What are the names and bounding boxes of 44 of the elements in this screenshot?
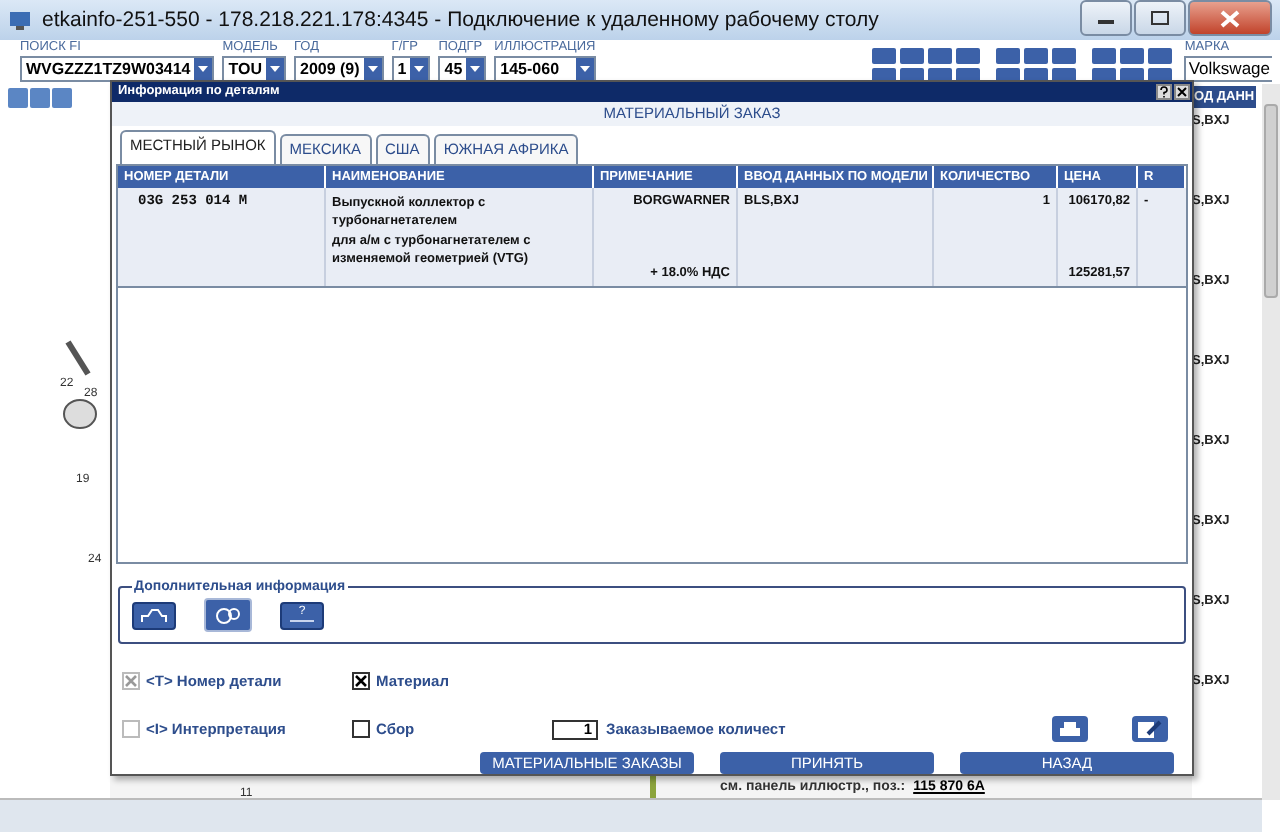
toolbar-icon[interactable] bbox=[1024, 48, 1049, 64]
window-title: etkainfo-251-550 - 178.218.221.178:4345 - Подключение к удаленному рабочему столу bbox=[42, 8, 881, 32]
toolbar-icon[interactable] bbox=[872, 48, 897, 64]
toolbar-icon[interactable] bbox=[900, 48, 925, 64]
toolbar-icon[interactable] bbox=[996, 48, 1021, 64]
dropdown-arrow-icon bbox=[198, 66, 209, 72]
dropdown-field[interactable]: 1 bbox=[391, 56, 431, 82]
close-button[interactable] bbox=[1188, 0, 1272, 36]
maximize-button[interactable] bbox=[1134, 0, 1186, 36]
close-icon bbox=[1220, 9, 1240, 27]
dropdown-arrow-icon bbox=[579, 66, 590, 72]
toolbar-icon[interactable] bbox=[1148, 48, 1173, 64]
dropdown-arrow-icon bbox=[270, 66, 280, 72]
dropdown-field[interactable]: 2009 (9) bbox=[294, 56, 384, 82]
toolbar-icon[interactable] bbox=[956, 48, 981, 64]
toolbar-icon[interactable] bbox=[928, 48, 953, 64]
horizontal-scrollbar[interactable] bbox=[0, 798, 1262, 832]
toolbar-icon[interactable] bbox=[1092, 48, 1117, 64]
minimize-button[interactable] bbox=[1080, 0, 1132, 36]
vehicle-button[interactable] bbox=[132, 601, 176, 629]
dropdown-arrow-icon bbox=[414, 66, 425, 72]
checkbox[interactable] bbox=[352, 720, 370, 738]
part-button[interactable] bbox=[204, 598, 252, 632]
help-icon[interactable] bbox=[1156, 83, 1172, 100]
toolbar-icon[interactable] bbox=[1120, 48, 1145, 64]
scrollbar[interactable] bbox=[1262, 84, 1280, 800]
dropdown-field[interactable]: TOU bbox=[222, 56, 286, 82]
dropdown-arrow-icon bbox=[367, 66, 378, 72]
dropdown-field[interactable]: WVGZZZ1TZ9W03414 bbox=[20, 56, 215, 82]
vehicle-icon bbox=[140, 607, 168, 623]
edit-icon bbox=[1138, 719, 1162, 739]
printer-icon bbox=[1060, 721, 1080, 737]
dropdown-arrow-icon bbox=[470, 66, 481, 72]
circles-icon bbox=[214, 606, 242, 624]
toolbar-icon[interactable] bbox=[1052, 48, 1077, 64]
maximize-icon bbox=[1150, 10, 1170, 26]
edit-button[interactable] bbox=[1132, 716, 1168, 742]
dropdown-field[interactable]: 45 bbox=[438, 56, 487, 82]
print-button[interactable] bbox=[1052, 716, 1088, 742]
caption-bar-icon bbox=[288, 618, 316, 624]
dropdown-field[interactable]: 145-060 bbox=[494, 56, 596, 82]
close-icon[interactable] bbox=[1174, 83, 1190, 100]
checkbox[interactable] bbox=[352, 672, 370, 690]
app-icon bbox=[8, 8, 32, 32]
